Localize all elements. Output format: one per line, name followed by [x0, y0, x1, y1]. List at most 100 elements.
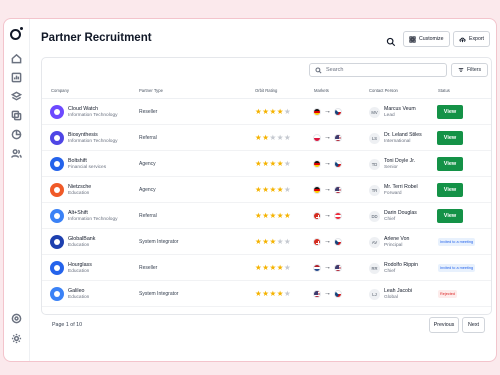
partners-table-card: Filters Company Partner Type Orbit Ratin… — [41, 57, 492, 333]
arrow-right-icon: → — [324, 238, 331, 245]
partner-type: System Integrator — [139, 239, 179, 245]
contact-name: Darin Douglas — [384, 210, 417, 216]
table-row[interactable]: Boltshift Financial services Agency ★★★★… — [42, 152, 491, 177]
view-button[interactable]: View — [437, 105, 463, 119]
pie-chart-icon[interactable] — [9, 127, 23, 141]
previous-button[interactable]: Previous — [429, 317, 459, 333]
view-button[interactable]: View — [437, 209, 463, 223]
star-icon: ★ — [283, 263, 292, 272]
status-badge: Invited to a meeting — [438, 264, 476, 272]
table-row[interactable]: Galileo Education System Integrator ★★★★… — [42, 282, 491, 307]
company-name[interactable]: Boltshift — [68, 158, 87, 164]
home-icon[interactable] — [9, 51, 23, 65]
view-button[interactable]: View — [437, 157, 463, 171]
column-markets[interactable]: Markets — [314, 88, 329, 93]
column-partner-type[interactable]: Partner Type — [139, 88, 163, 93]
company-industry: Education — [68, 191, 90, 196]
company-name[interactable]: Hourglass — [68, 262, 92, 268]
company-industry: Financial services — [68, 165, 107, 170]
avatar: DD — [369, 211, 380, 222]
contact-role: Chief — [384, 269, 396, 274]
company-industry: Education — [68, 269, 90, 274]
status-badge: Rejected — [438, 290, 457, 298]
partner-type: Referral — [139, 213, 157, 219]
company-logo — [50, 183, 64, 197]
company-name[interactable]: Nietzsche — [68, 184, 91, 190]
search-icon[interactable] — [386, 34, 398, 47]
avatar: LJ — [369, 289, 380, 300]
company-name[interactable]: GlobalBank — [68, 236, 95, 242]
star-icon: ★ — [276, 133, 284, 142]
contact-name: Mr. Terri Robel — [384, 184, 418, 190]
markets: → — [313, 108, 342, 116]
company-logo — [50, 157, 64, 171]
flag-icon — [313, 108, 321, 116]
column-company[interactable]: Company — [51, 88, 69, 93]
arrow-right-icon: → — [324, 290, 331, 297]
avatar: MV — [369, 107, 380, 118]
table-row[interactable]: GlobalBank Education System Integrator ★… — [42, 230, 491, 255]
cloud-upload-icon — [459, 37, 466, 42]
app-window: Partner Recruitment Customize Export Fil… — [3, 18, 497, 362]
app-logo — [10, 27, 23, 40]
company-name[interactable]: Cloud Watch — [68, 106, 98, 112]
search-input[interactable] — [326, 67, 436, 73]
layers-icon[interactable] — [9, 89, 23, 103]
filter-icon — [458, 68, 464, 72]
markets: → — [313, 264, 342, 272]
company-name[interactable]: Biosynthesis — [68, 132, 98, 138]
table-row[interactable]: Biosynthesis Information Technology Refe… — [42, 126, 491, 151]
column-contact-person[interactable]: Contact Person — [369, 88, 398, 93]
company-logo — [50, 131, 64, 145]
column-orbit-rating[interactable]: Orbit Rating — [255, 88, 277, 93]
star-icon: ★ — [269, 289, 277, 298]
copy-icon[interactable] — [9, 108, 23, 122]
page-title: Partner Recruitment — [41, 32, 152, 44]
column-status[interactable]: Status — [438, 88, 450, 93]
contact-name: Rodolfo Rippin — [384, 262, 419, 268]
customize-button[interactable]: Customize — [403, 31, 450, 47]
avatar: RR — [369, 263, 380, 274]
flag-icon — [313, 212, 321, 220]
flag-icon — [334, 108, 342, 116]
export-button[interactable]: Export — [453, 31, 490, 47]
orbit-rating: ★★★★★ — [255, 290, 291, 298]
table-row[interactable]: Hourglass Education Reseller ★★★★★ → RR … — [42, 256, 491, 281]
table-row[interactable]: Alt+Shift Information Technology Referra… — [42, 204, 491, 229]
markets: → — [313, 238, 342, 246]
company-logo — [50, 287, 64, 301]
view-button[interactable]: View — [437, 131, 463, 145]
markets: → — [313, 186, 342, 194]
filters-button[interactable]: Filters — [451, 63, 488, 77]
flag-icon — [334, 186, 342, 194]
company-industry: Information Technology — [68, 113, 118, 118]
company-logo — [50, 235, 64, 249]
settings-icon[interactable] — [9, 311, 23, 325]
flag-icon — [313, 264, 321, 272]
star-icon: ★ — [276, 289, 284, 298]
company-name[interactable]: Galileo — [68, 288, 85, 294]
gear-icon[interactable] — [9, 331, 23, 345]
star-icon: ★ — [269, 211, 277, 220]
flag-icon — [334, 264, 342, 272]
search-field[interactable] — [309, 63, 447, 77]
flag-icon — [334, 160, 342, 168]
table-header: Company Partner Type Orbit Rating Market… — [42, 83, 491, 99]
star-icon: ★ — [276, 107, 284, 116]
star-icon: ★ — [269, 263, 277, 272]
flag-icon — [334, 212, 342, 220]
next-button[interactable]: Next — [462, 317, 485, 333]
partner-type: Reseller — [139, 109, 158, 115]
customize-label: Customize — [419, 36, 444, 42]
company-industry: Education — [68, 295, 90, 300]
company-logo — [50, 105, 64, 119]
filters-label: Filters — [466, 67, 482, 73]
table-row[interactable]: Nietzsche Education Agency ★★★★★ → TR Mr… — [42, 178, 491, 203]
users-icon[interactable] — [9, 146, 23, 160]
table-row[interactable]: Cloud Watch Information Technology Resel… — [42, 100, 491, 125]
star-icon: ★ — [269, 185, 277, 194]
view-button[interactable]: View — [437, 183, 463, 197]
company-name[interactable]: Alt+Shift — [68, 210, 88, 216]
chart-icon[interactable] — [9, 70, 23, 84]
contact-role: Senior — [384, 165, 398, 170]
